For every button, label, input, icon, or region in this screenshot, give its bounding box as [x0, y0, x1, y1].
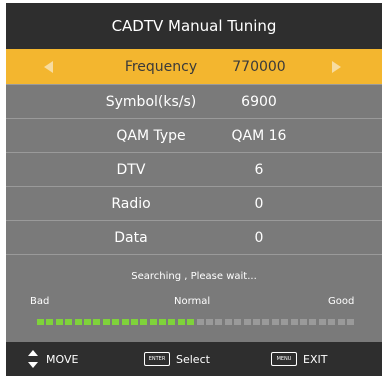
meter-segment: [252, 319, 260, 325]
meter-segment: [74, 319, 82, 325]
meter-segment: [83, 319, 91, 325]
meter-segment: [55, 319, 63, 325]
radio-row: Radio 0: [6, 186, 382, 220]
meter-good-label: Good: [328, 296, 355, 307]
meter-segment: [37, 319, 44, 325]
frequency-row[interactable]: Frequency 770000: [6, 49, 382, 84]
footer-exit: MENU EXIT: [271, 342, 327, 376]
meter-segment: [149, 319, 157, 325]
meter-segment: [262, 319, 270, 325]
dtv-label: DTV: [116, 161, 146, 178]
meter-segment: [196, 319, 204, 325]
meter-segment: [243, 319, 251, 325]
meter-segment: [299, 319, 307, 325]
meter-segment: [177, 319, 185, 325]
right-arrow-icon[interactable]: [332, 61, 341, 73]
meter-normal-label: Normal: [174, 296, 211, 307]
meter-segment: [121, 319, 129, 325]
dtv-row: DTV 6: [6, 152, 382, 186]
meter-segment: [187, 319, 195, 325]
meter-segment: [224, 319, 232, 325]
meter-segment: [65, 319, 73, 325]
radio-count: 0: [254, 195, 264, 212]
meter-segment: [271, 319, 279, 325]
meter-segment: [346, 319, 354, 325]
footer-select: ENTER Select: [144, 342, 210, 376]
meter-segment: [46, 319, 54, 325]
signal-quality-meter: [37, 319, 356, 325]
meter-segment: [102, 319, 110, 325]
meter-segment: [130, 319, 138, 325]
exit-label: EXIT: [303, 352, 328, 366]
footer-move: MOVE: [28, 342, 78, 376]
meter-segment: [93, 319, 101, 325]
meter-bad-label: Bad: [30, 296, 50, 307]
meter-segment: [159, 319, 167, 325]
menu-key-icon: MENU: [271, 352, 297, 366]
enter-key-icon: ENTER: [144, 352, 170, 366]
meter-segment: [215, 319, 223, 325]
qam-type-row[interactable]: QAM Type QAM 16: [6, 118, 382, 152]
meter-segment: [168, 319, 176, 325]
meter-segment: [206, 319, 214, 325]
select-label: Select: [176, 352, 210, 366]
meter-segment: [318, 319, 326, 325]
dtv-count: 6: [254, 161, 264, 178]
symbol-rate-value: 6900: [241, 93, 277, 110]
radio-label: Radio: [111, 195, 151, 212]
meter-segment: [290, 319, 298, 325]
qam-type-label: QAM Type: [116, 127, 186, 144]
meter-segment: [140, 319, 148, 325]
symbol-rate-row[interactable]: Symbol(ks/s) 6900: [6, 84, 382, 118]
search-status-text: Searching , Please wait...: [131, 271, 257, 282]
meter-segment: [309, 319, 317, 325]
move-label: MOVE: [46, 352, 79, 366]
dialog-title: CADTV Manual Tuning: [6, 3, 382, 49]
manual-tuning-dialog: CADTV Manual Tuning Frequency 770000 Sym…: [6, 3, 382, 376]
left-arrow-icon[interactable]: [44, 61, 53, 73]
symbol-rate-label: Symbol(ks/s): [105, 93, 197, 110]
data-row: Data 0: [6, 220, 382, 254]
frequency-label: Frequency: [124, 58, 198, 75]
data-count: 0: [254, 229, 264, 246]
footer-bar: MOVE ENTER Select MENU EXIT: [6, 342, 382, 376]
frequency-value: 770000: [232, 58, 286, 75]
meter-segment: [328, 319, 336, 325]
data-label: Data: [114, 229, 148, 246]
meter-segment: [112, 319, 120, 325]
meter-segment: [337, 319, 345, 325]
qam-type-value: QAM 16: [231, 127, 287, 144]
meter-segment: [234, 319, 242, 325]
up-down-arrows-icon: [28, 350, 38, 368]
meter-segment: [281, 319, 289, 325]
